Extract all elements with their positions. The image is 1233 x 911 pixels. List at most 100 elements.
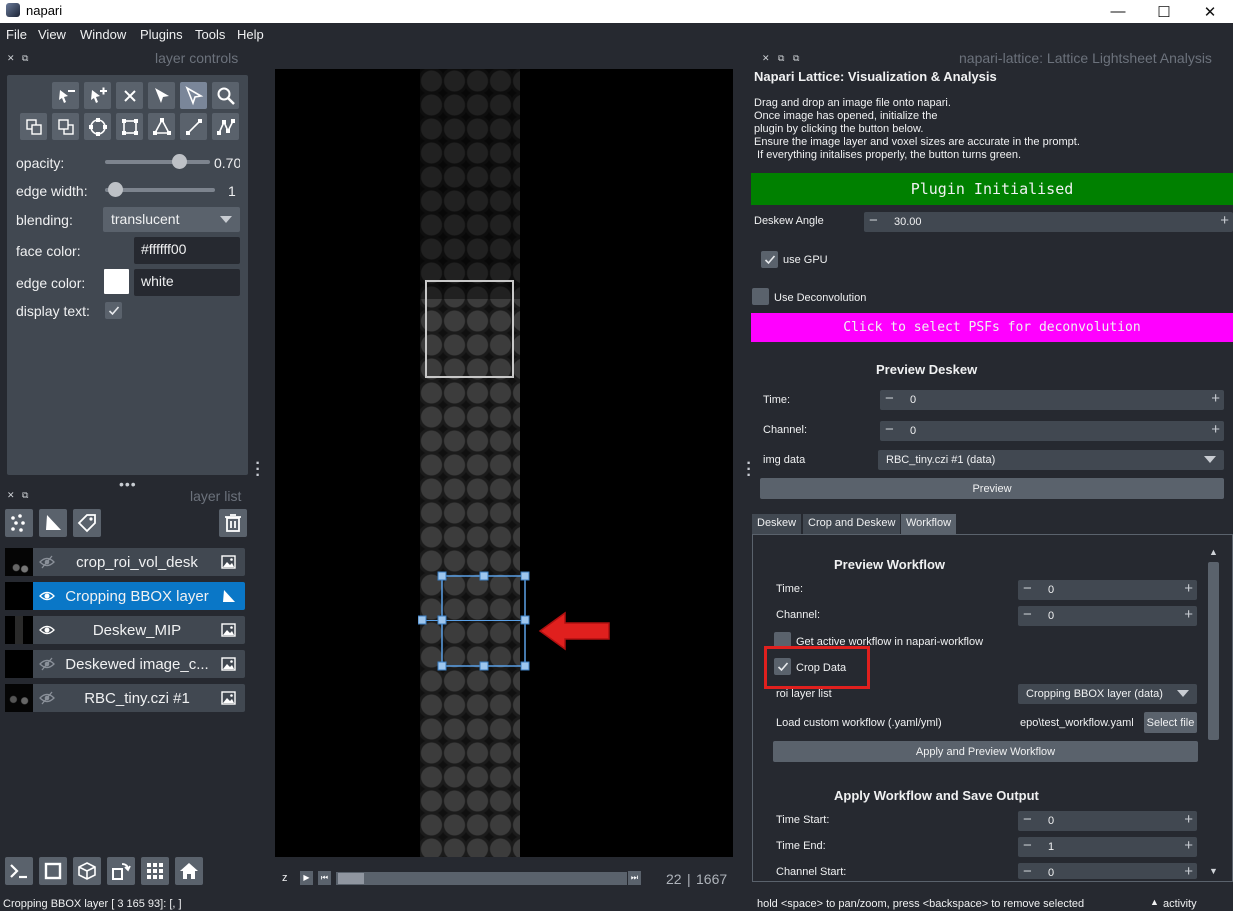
close-button[interactable]: ✕ — [1187, 0, 1233, 23]
add-path-icon[interactable] — [212, 113, 239, 140]
layer-row[interactable]: RBC_tiny.czi #1 — [5, 684, 245, 712]
layer-row[interactable]: Deskewed image_c... — [5, 650, 245, 678]
dock-close-icon-2[interactable]: ✕ — [7, 490, 15, 501]
decrement-icon[interactable]: − — [1023, 811, 1032, 828]
select-psf-button[interactable]: Click to select PSFs for deconvolution — [751, 313, 1233, 342]
roll-dims-icon[interactable] — [73, 857, 101, 885]
scrollbar-thumb[interactable] — [1208, 562, 1219, 740]
play-icon[interactable]: ▶ — [300, 871, 313, 885]
layer-row[interactable]: crop_roi_vol_desk — [5, 548, 245, 576]
delete-shape-icon[interactable] — [116, 82, 143, 109]
slice-current[interactable]: 22 — [666, 871, 682, 887]
viewer-canvas[interactable] — [275, 69, 733, 857]
time-spinbox[interactable]: − 0 + — [880, 390, 1224, 410]
menu-tools[interactable]: Tools — [195, 27, 225, 42]
decrement-icon[interactable]: − — [869, 212, 878, 229]
time-start-spinbox[interactable]: − 0 + — [1018, 811, 1197, 831]
use-deconvolution-checkbox[interactable] — [752, 288, 769, 305]
opacity-slider[interactable] — [105, 160, 210, 164]
step-back-icon[interactable]: ⏮ — [318, 871, 331, 885]
menu-view[interactable]: View — [38, 27, 66, 42]
workflow-channel-spinbox[interactable]: − 0 + — [1018, 606, 1197, 626]
preview-button[interactable]: Preview — [760, 478, 1224, 499]
visibility-icon[interactable] — [39, 622, 55, 638]
move-front-icon[interactable] — [20, 113, 47, 140]
time-end-spinbox[interactable]: − 1 + — [1018, 837, 1197, 857]
init-plugin-button[interactable]: Plugin Initialised — [751, 173, 1233, 205]
increment-icon[interactable]: + — [1184, 811, 1193, 828]
increment-icon[interactable]: + — [1184, 606, 1193, 623]
plugin-dock-pin-icon[interactable]: ⧉ — [793, 53, 799, 64]
tab-crop-and-deskew[interactable]: Crop and Deskew — [803, 514, 901, 534]
grid-view-icon[interactable] — [141, 857, 169, 885]
new-labels-layer-icon[interactable] — [73, 509, 101, 537]
scroll-up-icon[interactable]: ▲ — [1207, 546, 1220, 559]
selected-bbox-shape[interactable] — [418, 569, 533, 674]
dock-float-icon-2[interactable]: ⧉ — [22, 490, 28, 501]
increment-icon[interactable]: + — [1220, 212, 1229, 229]
add-line-icon[interactable] — [180, 113, 207, 140]
opacity-value[interactable]: 0.70 — [214, 155, 240, 171]
minimize-button[interactable]: — — [1095, 0, 1141, 23]
edge-color-field[interactable]: white — [134, 269, 240, 296]
plugin-dock-close-icon[interactable]: ✕ — [762, 53, 770, 64]
edge-color-swatch[interactable] — [104, 269, 129, 294]
dock-handle-left[interactable]: · · · — [255, 456, 261, 484]
maximize-button[interactable]: ☐ — [1141, 0, 1187, 23]
new-points-layer-icon[interactable] — [5, 509, 33, 537]
add-vertex-icon[interactable] — [84, 82, 111, 109]
decrement-icon[interactable]: − — [1023, 606, 1032, 623]
new-shapes-layer-icon[interactable] — [39, 509, 67, 537]
opacity-slider-handle[interactable] — [171, 154, 187, 169]
add-polygon-icon[interactable] — [148, 113, 175, 140]
tab-workflow[interactable]: Workflow — [901, 514, 957, 534]
move-back-icon[interactable] — [52, 113, 79, 140]
decrement-icon[interactable]: − — [885, 390, 894, 407]
slice-slider[interactable] — [336, 872, 627, 885]
splitter-handle[interactable]: ••• — [119, 476, 137, 492]
decrement-icon[interactable]: − — [1023, 580, 1032, 597]
menu-help[interactable]: Help — [237, 27, 264, 42]
menu-window[interactable]: Window — [80, 27, 126, 42]
activity-button[interactable]: activity — [1163, 898, 1197, 910]
dock-close-icon[interactable]: ✕ — [7, 53, 15, 64]
menu-file[interactable]: File — [6, 27, 27, 42]
visibility-hidden-icon[interactable] — [39, 554, 55, 570]
decrement-icon[interactable]: − — [1023, 837, 1032, 854]
deskew-angle-spinbox[interactable]: − 30.00 + — [864, 212, 1233, 232]
layer-row[interactable]: Deskew_MIP — [5, 616, 245, 644]
channel-spinbox[interactable]: − 0 + — [880, 421, 1224, 441]
visibility-hidden-icon[interactable] — [39, 656, 55, 672]
apply-preview-workflow-button[interactable]: Apply and Preview Workflow — [773, 741, 1198, 762]
select-shapes-icon[interactable] — [180, 82, 207, 109]
add-ellipse-icon[interactable] — [84, 113, 111, 140]
dock-float-icon[interactable]: ⧉ — [22, 53, 28, 64]
increment-icon[interactable]: + — [1211, 390, 1220, 407]
console-icon[interactable] — [5, 857, 33, 885]
chevron-up-icon[interactable]: ▲ — [1150, 897, 1159, 907]
increment-icon[interactable]: + — [1184, 863, 1193, 879]
edge-width-value[interactable]: 1 — [228, 183, 236, 199]
workflow-path-field[interactable]: epo\test_workflow.yaml — [1018, 712, 1137, 732]
decrement-icon[interactable]: − — [1023, 863, 1032, 879]
pan-zoom-icon[interactable] — [212, 82, 239, 109]
img-data-select[interactable]: RBC_tiny.czi #1 (data) — [878, 450, 1224, 470]
tab-deskew[interactable]: Deskew — [752, 514, 802, 534]
edge-width-slider-handle[interactable] — [108, 182, 123, 197]
select-file-button[interactable]: Select file — [1144, 712, 1197, 733]
face-color-field[interactable]: #ffffff00 — [134, 237, 240, 264]
plugin-dock-float-icon[interactable]: ⧉ — [778, 53, 784, 64]
visibility-hidden-icon[interactable] — [39, 690, 55, 706]
layer-row-selected[interactable]: Cropping BBOX layer — [5, 582, 245, 610]
scroll-down-icon[interactable]: ▼ — [1207, 865, 1220, 878]
remove-vertex-icon[interactable] — [52, 82, 79, 109]
home-icon[interactable] — [175, 857, 203, 885]
blending-select[interactable]: translucent — [103, 207, 240, 232]
workflow-time-spinbox[interactable]: − 0 + — [1018, 580, 1197, 600]
display-text-checkbox[interactable] — [105, 302, 122, 319]
channel-start-spinbox[interactable]: − 0 + — [1018, 863, 1197, 879]
dock-handle-right[interactable]: · · · — [746, 456, 752, 484]
menu-plugins[interactable]: Plugins — [140, 27, 183, 42]
ndisplay-toggle-icon[interactable] — [39, 857, 67, 885]
direct-select-icon[interactable] — [148, 82, 175, 109]
